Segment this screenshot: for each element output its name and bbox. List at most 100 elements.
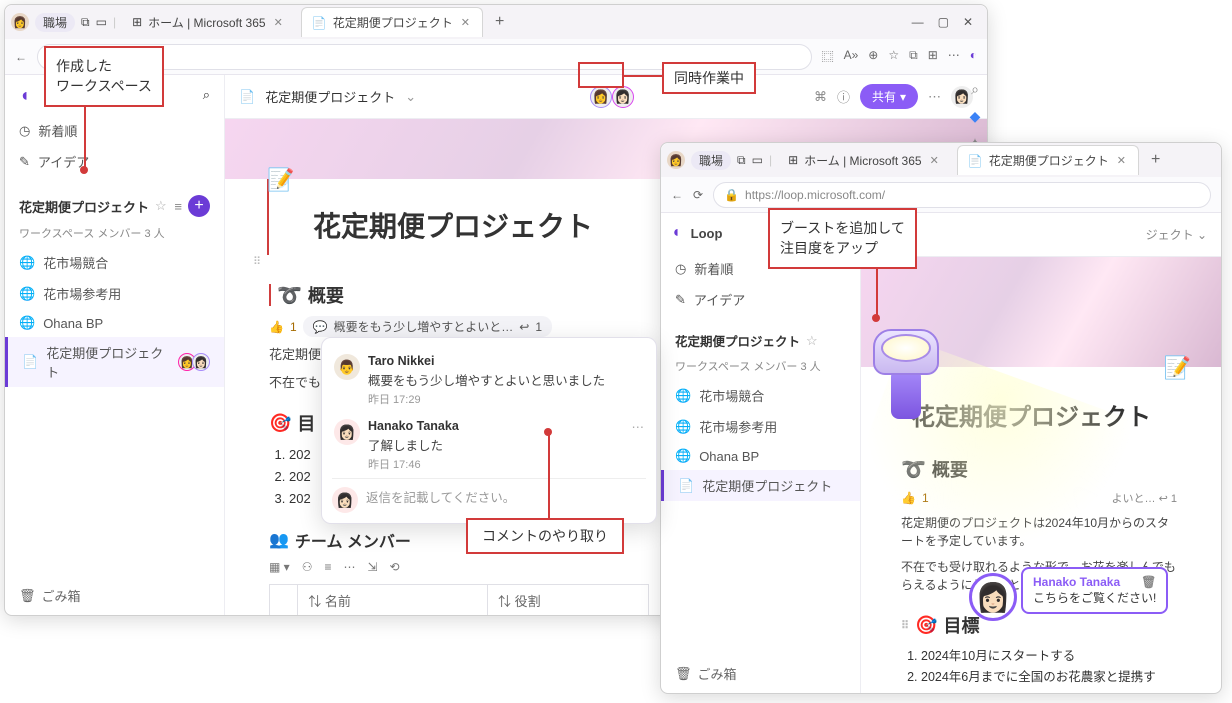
page-label: 花市場参考用 (699, 417, 777, 436)
sidebar-page-ohana-bp[interactable]: 🌐 Ohana BP (5, 309, 224, 337)
sidebar-page-project[interactable]: 📄 花定期便プロジェクト (661, 470, 860, 501)
extensions-icon[interactable]: ⧉ (909, 48, 918, 65)
share-button[interactable]: 共有 ▾ (860, 84, 918, 109)
close-icon[interactable]: ✕ (272, 16, 285, 29)
zoom-icon[interactable]: ⊕ (868, 48, 878, 65)
comment-icon: 💬 (313, 320, 328, 334)
tabs-icon[interactable]: ▭ (96, 15, 107, 29)
sidebar-page-ohana-bp[interactable]: 🌐 Ohana BP (661, 442, 860, 470)
sidebar-recent[interactable]: ◷ 新着順 (5, 115, 224, 146)
copilot-icon[interactable]: ◐ (970, 48, 977, 65)
reply-input[interactable]: 返信を記載してください。 (366, 487, 646, 513)
goals-heading[interactable]: 目標 (943, 612, 979, 638)
url-input[interactable]: 🔒 https://loop.microsoft.com/ (713, 182, 1211, 208)
sidebar-trash[interactable]: 🗑 ごみ箱 (5, 576, 224, 615)
table-view-icon[interactable]: ▦ ▾ (269, 560, 290, 574)
like-reaction-icon[interactable]: 👍 (269, 320, 284, 334)
tabs-icon[interactable]: ▭ (752, 153, 763, 167)
window-maximize-icon[interactable]: ▢ (938, 15, 949, 29)
m365-favicon: ⊞ (132, 15, 142, 29)
loop-logo-icon[interactable]: ◖ (19, 85, 30, 106)
sidebar-page-market-reference[interactable]: 🌐 花市場参考用 (5, 278, 224, 309)
window-close-icon[interactable]: ✕ (963, 15, 973, 29)
breadcrumb[interactable]: 花定期便プロジェクト (265, 87, 395, 106)
new-tab-button[interactable]: + (489, 13, 510, 31)
tab-loop-doc[interactable]: 📄 花定期便プロジェクト ✕ (957, 145, 1139, 175)
close-icon[interactable]: ✕ (459, 16, 472, 29)
comment-preview-chip[interactable]: 💬 概要をもう少し増やすとよいと… ↩ 1 (303, 316, 552, 337)
goal-item[interactable]: 2024年10月にスタートする (921, 646, 1157, 667)
profile-pill[interactable]: 職場 (35, 13, 75, 32)
overview-heading[interactable]: 概要 (308, 282, 344, 308)
team-heading[interactable]: チーム メンバー (295, 528, 411, 552)
window-minimize-icon[interactable]: — (912, 15, 924, 29)
attach-icon[interactable]: ⇲ (367, 560, 377, 574)
trash-icon[interactable]: 🗑 (1141, 575, 1156, 589)
goal-item[interactable]: 2024年6月までに全国のお花農家と提携する (921, 667, 1157, 693)
profile-avatar[interactable]: 👩 (11, 13, 29, 31)
favorite-icon[interactable]: ☆ (806, 333, 818, 349)
workspace-header[interactable]: 花定期便プロジェクト ☆ ≡ + (5, 187, 224, 225)
sidebar-trash[interactable]: 🗑 ごみ箱 (661, 654, 860, 693)
page-emoji-icon[interactable]: 📄 (239, 89, 255, 105)
nav-back-icon[interactable]: ← (15, 50, 27, 64)
tab-microsoft-365[interactable]: ⊞ ホーム | Microsoft 365 ✕ (122, 7, 295, 37)
search-rail-icon[interactable]: ⌕ (971, 81, 979, 98)
share-component-icon[interactable]: ⟲ (390, 560, 400, 574)
profile-pill[interactable]: 職場 (691, 151, 731, 170)
overview-body-line[interactable]: 花定期便のプロジェクトは2024年10月からのスタートを予定しています。 (861, 510, 1221, 554)
sidebar-page-market-reference[interactable]: 🌐 花市場参考用 (661, 411, 860, 442)
immersive-reader-icon[interactable]: ⿴ (822, 48, 834, 65)
workspaces-icon[interactable]: ⧉ (737, 153, 746, 168)
profile-avatar[interactable]: 👩 (667, 151, 685, 169)
workspace-header[interactable]: 花定期便プロジェクト ☆ (661, 323, 860, 358)
goals-list[interactable]: 2024年10月にスタートする 2024年6月までに全国のお花農家と提携する 2… (861, 642, 1221, 693)
copilot-rail-icon[interactable]: ◆ (970, 108, 981, 125)
page-emoji[interactable]: 📝 (1164, 355, 1191, 381)
sidebar-page-market-competitors[interactable]: 🌐 花市場競合 (661, 380, 860, 411)
more-icon[interactable]: ⋯ (632, 419, 645, 472)
page-emoji[interactable]: 📝 (267, 167, 294, 193)
presence-callout[interactable]: Hanako Tanaka 🗑 こちらをご覧ください! (1021, 567, 1168, 614)
presence-avatars[interactable]: 👩 👩🏻 (590, 86, 634, 108)
tab-microsoft-365[interactable]: ⊞ ホーム | Microsoft 365 ✕ (778, 145, 951, 175)
search-icon[interactable]: ⌕ (203, 87, 210, 103)
table-col-role[interactable]: ⇅ 役割 (487, 585, 648, 615)
workspaces-icon[interactable]: ⧉ (81, 15, 90, 30)
new-tab-button[interactable]: + (1145, 151, 1166, 169)
tab-loop-doc[interactable]: 📄 花定期便プロジェクト ✕ (301, 7, 483, 37)
star-icon[interactable]: ☆ (888, 48, 899, 65)
sidebar-page-market-competitors[interactable]: 🌐 花市場競合 (5, 247, 224, 278)
chevron-down-icon[interactable]: ⌄ (405, 89, 416, 105)
collections-icon[interactable]: ⊞ (928, 48, 938, 65)
read-aloud-icon[interactable]: A» (844, 48, 859, 65)
filter-icon[interactable]: ≡ (174, 199, 182, 214)
menu-icon[interactable]: ⋯ (948, 48, 960, 65)
close-icon[interactable]: ✕ (1115, 154, 1128, 167)
document-canvas[interactable]: 📝 花定期便プロジェクト ➰ 概要 👍 1 よいと… ↩ 1 花定期便のプロジェ… (861, 257, 1221, 693)
like-reaction-icon[interactable]: 👍 (901, 491, 916, 505)
comment-thread-popover[interactable]: 👨 Taro Nikkei 概要をもう少し増やすとよいと思いました 昨日 17:… (321, 337, 657, 524)
more-icon[interactable]: ⋯ (928, 89, 941, 105)
add-page-button[interactable]: + (188, 195, 210, 217)
commenter-avatar: 👩🏻 (334, 419, 360, 445)
person-icon[interactable]: ⚇ (302, 560, 313, 574)
drag-handle-icon[interactable]: ⠿ (901, 619, 909, 632)
page-icon: 📄 (678, 478, 694, 494)
overview-heading[interactable]: 概要 (932, 456, 968, 482)
table-col-name[interactable]: ⇅ 名前 (298, 585, 488, 615)
loop-logo-icon[interactable]: ◖ (671, 224, 681, 242)
favorite-icon[interactable]: ☆ (155, 198, 167, 214)
nav-back-icon[interactable]: ← (671, 188, 683, 202)
info-icon[interactable]: ⓘ (837, 87, 850, 106)
component-icon[interactable]: ⌘ (814, 89, 827, 105)
sidebar-ideas[interactable]: ✎ アイデア (5, 146, 224, 177)
refresh-icon[interactable]: ⟳ (693, 188, 703, 202)
close-icon[interactable]: ✕ (928, 154, 941, 167)
sidebar-ideas[interactable]: ✎ アイデア (661, 284, 860, 315)
filter-icon[interactable]: ≡ (324, 560, 331, 574)
sidebar-page-project[interactable]: 📄 花定期便プロジェクト 👩 👩🏻 (5, 337, 224, 387)
members-table[interactable]: ⇅ 名前 ⇅ 役割 1 田中 花子 リーダー (269, 584, 649, 615)
goals-heading[interactable]: 目 (297, 410, 315, 436)
more-icon[interactable]: ⋯ (343, 560, 355, 574)
